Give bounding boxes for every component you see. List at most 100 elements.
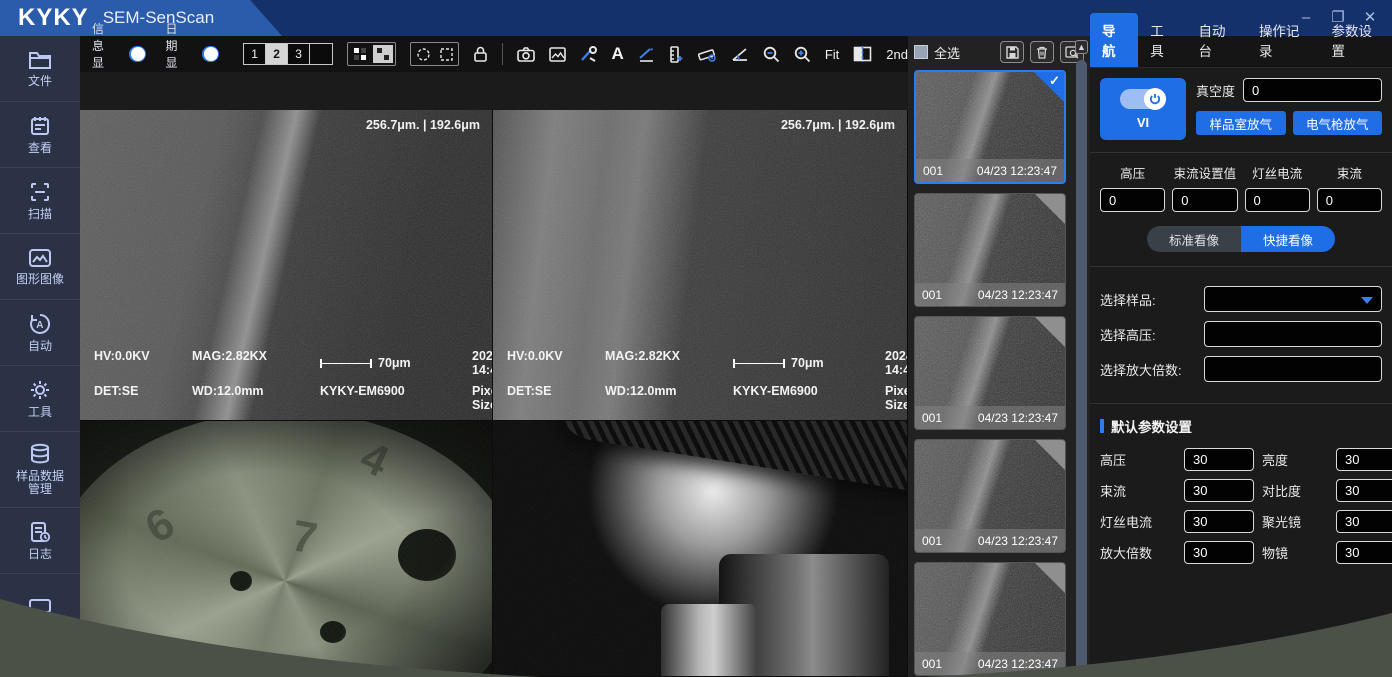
sidebar-item-scan[interactable]: 扫描 bbox=[0, 168, 80, 234]
default-contrast-input[interactable] bbox=[1336, 479, 1392, 502]
delete-icon[interactable] bbox=[1030, 41, 1054, 63]
dither-light-icon[interactable] bbox=[373, 45, 393, 63]
thumbnail-item[interactable]: 00104/23 12:23:47 bbox=[914, 439, 1066, 553]
split-view-icon[interactable] bbox=[853, 42, 872, 66]
save-icon[interactable] bbox=[1000, 41, 1024, 63]
lock-icon[interactable] bbox=[473, 42, 488, 66]
tab-auto-stage[interactable]: 自动台 bbox=[1187, 13, 1247, 67]
quick-imaging-button[interactable]: 快捷看像 bbox=[1241, 226, 1335, 252]
sem-image-2[interactable]: 256.7μm. | 192.6μm HV:0.0KV MAG:2.82KX 7… bbox=[493, 110, 907, 420]
dashed-circle-icon[interactable] bbox=[413, 45, 433, 63]
vi-toggle-tile[interactable]: VI bbox=[1100, 78, 1186, 140]
thumbnail-item[interactable]: ✓ 00104/23 12:23:47 bbox=[914, 70, 1066, 184]
default-beam-input[interactable] bbox=[1184, 479, 1254, 502]
select-hv-field[interactable] bbox=[1204, 321, 1382, 347]
thumbnail-time: 04/23 12:23:47 bbox=[978, 411, 1058, 425]
default-objective-input[interactable] bbox=[1336, 541, 1392, 564]
wd-value: WD:12.0mm bbox=[192, 384, 320, 412]
tab-parameter-settings[interactable]: 参数设置 bbox=[1319, 13, 1392, 67]
default-condenser-input[interactable] bbox=[1336, 510, 1392, 533]
beam-current-input[interactable] bbox=[1317, 188, 1382, 212]
dashed-rect-icon[interactable] bbox=[436, 45, 456, 63]
text-annotation-icon[interactable]: A bbox=[612, 44, 624, 64]
tab-operation-log[interactable]: 操作记录 bbox=[1247, 13, 1320, 67]
vent-chamber-button[interactable]: 样品室放气 bbox=[1196, 111, 1286, 135]
sidebar-item-auto[interactable]: A 自动 bbox=[0, 300, 80, 366]
scrollbar-thumb[interactable] bbox=[1076, 60, 1087, 673]
sidebar-item-sample-data[interactable]: 样品数据管理 bbox=[0, 432, 80, 508]
scale-value: 70μm bbox=[378, 356, 411, 370]
select-magnification-label: 选择放大倍数: bbox=[1100, 360, 1196, 379]
view-icon bbox=[29, 115, 51, 137]
thumbnail-header: 全选 bbox=[908, 36, 1090, 68]
quad-grid: 256.7μm. | 192.6μm HV:0.0KV MAG:2.82KX 7… bbox=[80, 110, 908, 677]
sem-image-1[interactable]: 256.7μm. | 192.6μm HV:0.0KV MAG:2.82KX 7… bbox=[80, 110, 492, 420]
sidebar-item-tools[interactable]: 工具 bbox=[0, 366, 80, 432]
vacuum-input[interactable] bbox=[1243, 78, 1382, 102]
noise-texture bbox=[80, 421, 492, 676]
thumbnail-item[interactable]: 00104/23 12:23:47 bbox=[914, 562, 1066, 676]
corner-fold bbox=[1035, 317, 1065, 347]
thumbnail-time: 04/23 12:23:47 bbox=[978, 288, 1058, 302]
tab-navigation[interactable]: 导航 bbox=[1090, 13, 1138, 67]
sidebar-item-logs[interactable]: 日志 bbox=[0, 508, 80, 574]
dither-dark-icon[interactable] bbox=[350, 45, 370, 63]
measure-line-icon[interactable] bbox=[638, 42, 655, 66]
view-2-button[interactable]: 2 bbox=[266, 44, 288, 64]
scale-bar-line bbox=[733, 359, 785, 368]
filament-input[interactable] bbox=[1245, 188, 1310, 212]
standard-imaging-button[interactable]: 标准看像 bbox=[1147, 226, 1241, 252]
view-1-button[interactable]: 1 bbox=[244, 44, 266, 64]
thumbnail-panel: 全选 ✓ 00104/23 12:23:47 00104/23 12:23:47… bbox=[908, 36, 1090, 677]
power-icon bbox=[1144, 88, 1166, 110]
date-display-toggle[interactable] bbox=[202, 46, 219, 62]
default-filament-label: 灯丝电流 bbox=[1100, 512, 1176, 531]
beam-set-input[interactable] bbox=[1172, 188, 1237, 212]
app-window: KYKY SEM-SenScan – ❐ ✕ 文件 查看 扫描 图形图像 A 自… bbox=[0, 0, 1392, 677]
default-contrast-label: 对比度 bbox=[1262, 481, 1328, 500]
scale-bar: 70μm bbox=[733, 349, 885, 377]
hv-field-input[interactable] bbox=[1100, 188, 1165, 212]
sidebar-item-view[interactable]: 查看 bbox=[0, 102, 80, 168]
view-3-button[interactable]: 3 bbox=[288, 44, 310, 64]
ruler-add-icon[interactable] bbox=[669, 42, 684, 66]
thumbnail-item[interactable]: 00104/23 12:23:47 bbox=[914, 316, 1066, 430]
svg-text:A: A bbox=[36, 320, 43, 331]
ruler-view-icon[interactable] bbox=[698, 42, 717, 66]
view-4-button[interactable] bbox=[310, 44, 332, 64]
tab-tools[interactable]: 工具 bbox=[1138, 13, 1186, 67]
vi-label: VI bbox=[1137, 115, 1149, 130]
stage-camera-view[interactable]: 6 4 7 bbox=[80, 421, 492, 676]
mag-value: MAG:2.82KX bbox=[192, 349, 320, 377]
thumbnail-item[interactable]: 00104/23 12:23:47 bbox=[914, 193, 1066, 307]
default-magnification-input[interactable] bbox=[1184, 541, 1254, 564]
select-magnification-field[interactable] bbox=[1204, 356, 1382, 382]
second-display-button[interactable]: 2nd bbox=[886, 47, 908, 62]
tools-icon bbox=[29, 379, 51, 401]
sidebar-item-partial[interactable] bbox=[0, 574, 80, 640]
sidebar-item-images[interactable]: 图形图像 bbox=[0, 234, 80, 300]
thumbnail-caption: 00104/23 12:23:47 bbox=[916, 159, 1064, 182]
fit-button[interactable]: Fit bbox=[825, 47, 839, 62]
camera-icon[interactable] bbox=[517, 42, 535, 66]
angle-measure-icon[interactable] bbox=[731, 42, 749, 66]
select-all-checkbox[interactable] bbox=[914, 45, 928, 59]
default-hv-input[interactable] bbox=[1184, 448, 1254, 471]
default-hv-label: 高压 bbox=[1100, 450, 1176, 469]
select-sample-dropdown[interactable] bbox=[1204, 286, 1382, 312]
adjust-tools-icon[interactable] bbox=[580, 42, 598, 66]
sidebar-item-files[interactable]: 文件 bbox=[0, 36, 80, 102]
chamber-camera-view[interactable] bbox=[493, 421, 907, 676]
vi-power-toggle[interactable] bbox=[1120, 89, 1166, 109]
info-display-toggle[interactable] bbox=[129, 46, 146, 62]
zoom-in-icon[interactable] bbox=[794, 42, 811, 66]
default-brightness-input[interactable] bbox=[1336, 448, 1392, 471]
snapshot-image-icon[interactable] bbox=[549, 42, 566, 66]
sidebar-item-label: 日志 bbox=[28, 548, 52, 561]
thumbnail-scrollbar[interactable]: ▲ bbox=[1075, 40, 1088, 677]
vent-gun-button[interactable]: 电气枪放气 bbox=[1293, 111, 1383, 135]
beam-current-label: 束流 bbox=[1317, 163, 1382, 182]
scroll-up-icon[interactable]: ▲ bbox=[1075, 40, 1088, 54]
zoom-out-icon[interactable] bbox=[763, 42, 780, 66]
default-filament-input[interactable] bbox=[1184, 510, 1254, 533]
